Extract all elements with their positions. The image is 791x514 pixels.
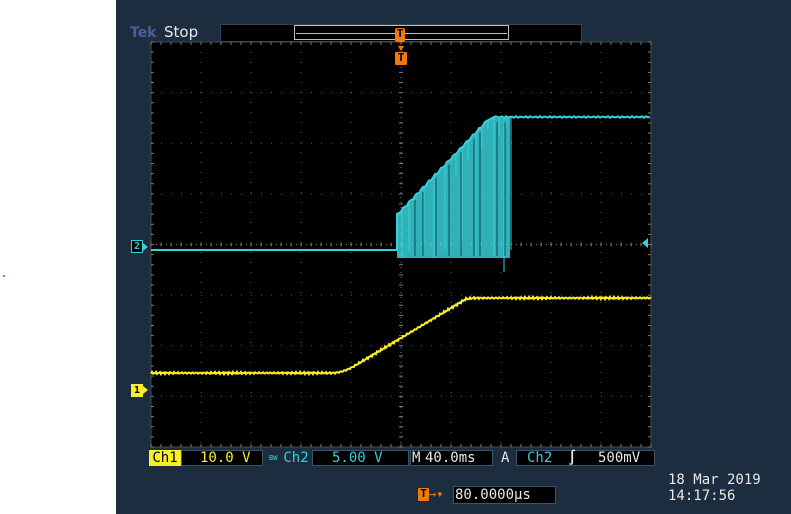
trigger-marker-top: T bbox=[395, 27, 405, 42]
scope-screen bbox=[150, 41, 652, 448]
time-readout: 14:17:56 bbox=[668, 488, 736, 504]
date-readout: 18 Mar 2019 bbox=[668, 472, 761, 488]
ch2-label[interactable]: Ch2 bbox=[280, 450, 312, 466]
ch1-label[interactable]: Ch1 bbox=[149, 450, 181, 466]
timebase-value: 40.0ms bbox=[425, 450, 476, 466]
ch1-marker-arrow bbox=[143, 386, 148, 394]
trigger-position-arrow: →▾ bbox=[429, 487, 444, 501]
ch2-marker-arrow bbox=[143, 243, 148, 251]
trigger-level: 500mV bbox=[598, 450, 641, 466]
ch1-ground-marker[interactable]: 1 bbox=[131, 384, 143, 397]
trigger-marker-arrow bbox=[398, 46, 404, 51]
trigger-source: Ch2 bbox=[527, 450, 553, 466]
red-dot-artifact bbox=[3, 275, 5, 277]
oscilloscope-display: Tek Stop T T 2 1 Ch1 10.0 V BW Ch2 5.00 … bbox=[116, 0, 791, 514]
trigger-position-icon: T bbox=[418, 488, 429, 501]
rising-edge-icon: ∫ bbox=[568, 450, 577, 466]
ch2-scale: 5.00 V bbox=[332, 450, 383, 466]
trigger-position-value: 80.0000µs bbox=[455, 487, 531, 503]
bandwidth-limit-indicator: BW bbox=[269, 454, 278, 462]
ch2-ground-marker[interactable]: 2 bbox=[131, 240, 143, 253]
trigger-level-marker bbox=[642, 238, 648, 248]
trigger-position-marker[interactable]: T bbox=[395, 52, 407, 65]
trigger-mode: A bbox=[501, 450, 510, 466]
timebase-label: M bbox=[412, 450, 421, 466]
ch1-scale: 10.0 V bbox=[200, 450, 251, 466]
